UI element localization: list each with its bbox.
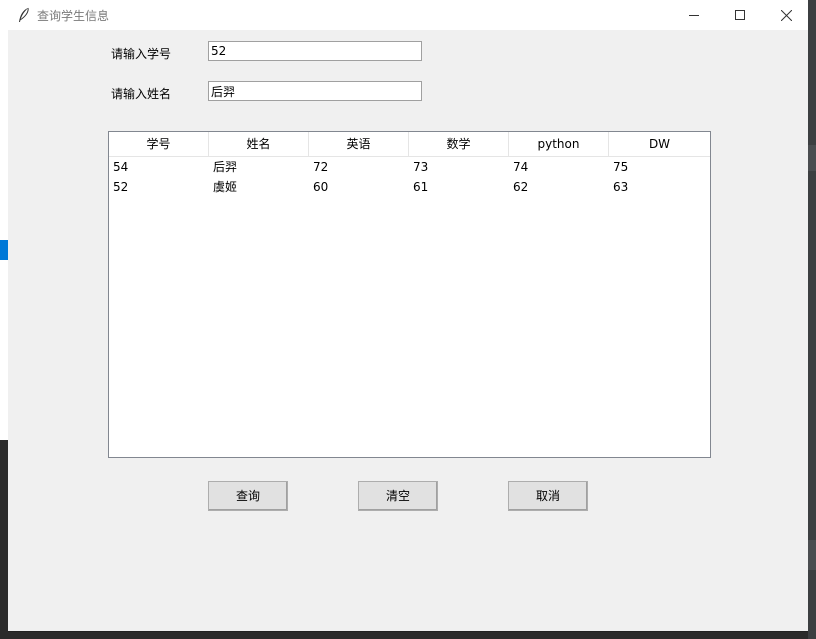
cell-id: 54 [113, 160, 129, 174]
title-bar[interactable]: 查询学生信息 [8, 0, 808, 30]
table-row[interactable]: 54 后羿 72 73 74 75 [109, 157, 710, 177]
student-name-label: 请输入姓名 [111, 87, 172, 101]
column-header-name[interactable]: 姓名 [209, 132, 309, 156]
student-id-label: 请输入学号 [111, 47, 172, 61]
close-button[interactable] [763, 0, 809, 30]
column-header-dw[interactable]: DW [609, 132, 710, 156]
maximize-icon [735, 10, 745, 20]
column-header-python[interactable]: python [509, 132, 609, 156]
query-button[interactable]: 查询 [208, 481, 288, 511]
table-row[interactable]: 52 虞姬 60 61 62 63 [109, 177, 710, 197]
minimize-icon [689, 15, 699, 16]
student-id-input[interactable] [208, 41, 422, 61]
cell-dw: 75 [613, 160, 629, 174]
background-app-bar [808, 540, 816, 570]
student-name-input[interactable] [208, 81, 422, 101]
query-window: 查询学生信息 请输入学号 请输入姓名 学号 姓名 英语 数学 python [8, 0, 808, 632]
cell-english: 60 [313, 180, 329, 194]
cell-english: 72 [313, 160, 329, 174]
close-icon [780, 9, 792, 21]
table-header: 学号 姓名 英语 数学 python DW [109, 132, 710, 157]
cell-math: 61 [413, 180, 429, 194]
results-table[interactable]: 学号 姓名 英语 数学 python DW 54 后羿 72 73 74 75 … [108, 131, 711, 458]
cancel-button[interactable]: 取消 [508, 481, 588, 511]
background-app-highlight [0, 240, 8, 260]
cell-python: 62 [513, 180, 529, 194]
cell-math: 73 [413, 160, 429, 174]
column-header-math[interactable]: 数学 [409, 132, 509, 156]
background-app-dark [0, 440, 8, 639]
cell-name: 虞姬 [213, 180, 238, 194]
minimize-button[interactable] [671, 0, 717, 30]
cell-id: 52 [113, 180, 129, 194]
column-header-english[interactable]: 英语 [309, 132, 409, 156]
cell-python: 74 [513, 160, 529, 174]
maximize-button[interactable] [717, 0, 763, 30]
background-app-bar [808, 145, 816, 171]
feather-icon [17, 7, 31, 23]
cell-name: 后羿 [213, 160, 238, 174]
window-title: 查询学生信息 [37, 9, 110, 23]
cell-dw: 63 [613, 180, 629, 194]
clear-button[interactable]: 清空 [358, 481, 438, 511]
column-header-id[interactable]: 学号 [109, 132, 209, 156]
